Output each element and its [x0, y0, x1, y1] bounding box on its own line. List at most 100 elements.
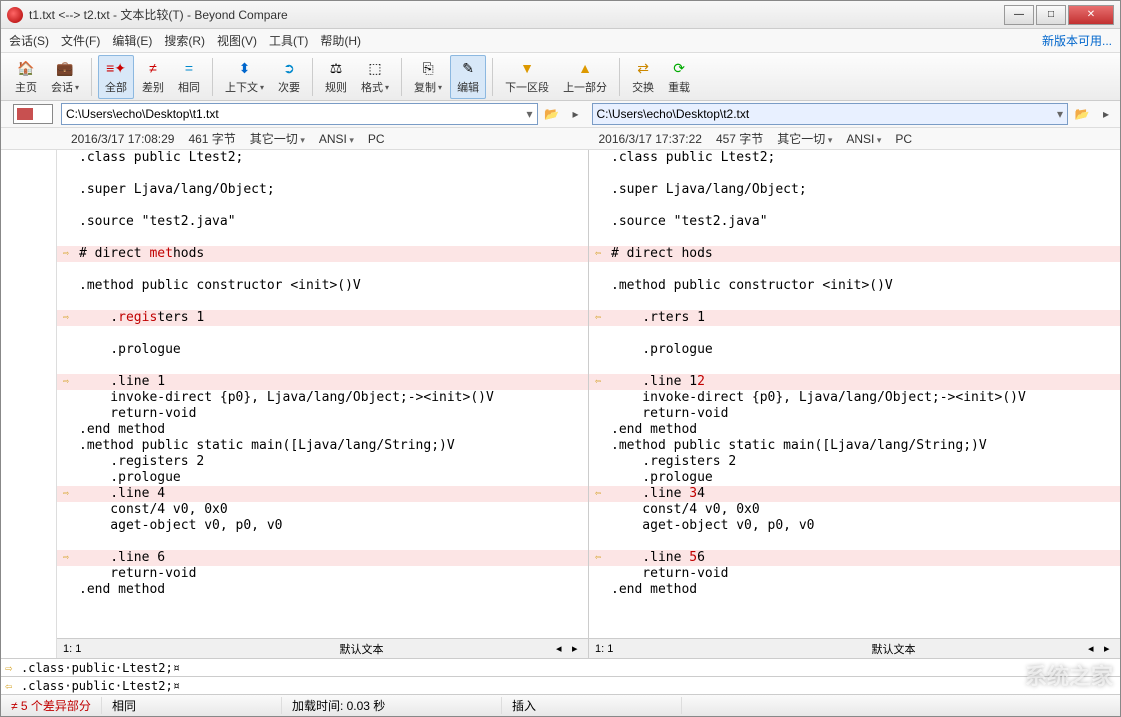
code-line[interactable] [589, 534, 1120, 550]
code-line[interactable]: const/4 v0, 0x0 [589, 502, 1120, 518]
format-icon: ⬚ [365, 58, 385, 78]
code-line[interactable]: .method public constructor <init>()V [589, 278, 1120, 294]
overview-gutter[interactable] [1, 150, 57, 658]
left-browse-icon[interactable]: ▸ [566, 103, 586, 125]
new-version-link[interactable]: 新版本可用... [1042, 32, 1112, 49]
code-line[interactable]: aget-object v0, p0, v0 [589, 518, 1120, 534]
left-path-input[interactable]: C:\Users\echo\Desktop\t1.txt▾ [61, 103, 538, 125]
code-line[interactable]: .super Ljava/lang/Object; [589, 182, 1120, 198]
code-line[interactable] [589, 326, 1120, 342]
code-line[interactable]: .source "test2.java" [57, 214, 588, 230]
code-line[interactable]: ⇦ .line 12 [589, 374, 1120, 390]
code-line[interactable]: invoke-direct {p0}, Ljava/lang/Object;->… [57, 390, 588, 406]
code-line[interactable]: return-void [57, 566, 588, 582]
code-line[interactable]: return-void [589, 406, 1120, 422]
code-line[interactable]: .method public static main([Ljava/lang/S… [589, 438, 1120, 454]
code-line[interactable]: .method public constructor <init>()V [57, 278, 588, 294]
minimize-button[interactable]: — [1004, 5, 1034, 25]
code-line[interactable] [57, 326, 588, 342]
code-line[interactable]: ⇦ .line 34 [589, 486, 1120, 502]
arrow-right-icon: ⇨ [5, 661, 21, 675]
menu-help[interactable]: 帮助(H) [320, 32, 361, 49]
format-button[interactable]: ⬚格式 [355, 55, 395, 99]
code-line[interactable]: .prologue [57, 470, 588, 486]
code-line[interactable]: .class public Ltest2; [57, 150, 588, 166]
code-line[interactable]: ⇦ .line 56 [589, 550, 1120, 566]
code-line[interactable]: return-void [589, 566, 1120, 582]
right-editor[interactable]: .class public Ltest2; .super Ljava/lang/O… [589, 150, 1120, 638]
next-section-button[interactable]: ▼下一区段 [499, 55, 555, 99]
reload-button[interactable]: ⟳重载 [662, 55, 696, 99]
code-line[interactable] [589, 198, 1120, 214]
context-button[interactable]: ⬍上下文 [219, 55, 270, 99]
code-line[interactable]: const/4 v0, 0x0 [57, 502, 588, 518]
code-line[interactable] [589, 262, 1120, 278]
code-line[interactable]: .end method [589, 422, 1120, 438]
code-line[interactable]: return-void [57, 406, 588, 422]
code-line[interactable]: ⇦ .rters 1 [589, 310, 1120, 326]
code-line[interactable]: .source "test2.java" [589, 214, 1120, 230]
right-open-icon[interactable]: 📂 [1072, 103, 1092, 125]
rules-button[interactable]: ⚖规则 [319, 55, 353, 99]
code-line[interactable] [57, 262, 588, 278]
code-line[interactable]: .prologue [589, 342, 1120, 358]
menu-view[interactable]: 视图(V) [217, 32, 257, 49]
code-line[interactable]: ⇨ .registers 1 [57, 310, 588, 326]
code-line[interactable]: .registers 2 [589, 454, 1120, 470]
edit-button[interactable]: ✎编辑 [450, 55, 486, 99]
diff-button[interactable]: ≠差别 [136, 55, 170, 99]
code-line[interactable] [589, 358, 1120, 374]
code-line[interactable] [589, 230, 1120, 246]
code-line[interactable] [57, 166, 588, 182]
minor-button[interactable]: ➲次要 [272, 55, 306, 99]
code-line[interactable] [57, 294, 588, 310]
left-other-dropdown[interactable]: 其它一切 [250, 130, 305, 147]
menu-file[interactable]: 文件(F) [61, 32, 100, 49]
code-line[interactable] [589, 294, 1120, 310]
menu-search[interactable]: 搜索(R) [164, 32, 205, 49]
code-line[interactable]: invoke-direct {p0}, Ljava/lang/Object;->… [589, 390, 1120, 406]
menu-edit[interactable]: 编辑(E) [112, 32, 152, 49]
code-line[interactable] [57, 198, 588, 214]
prev-part-button[interactable]: ▲上一部分 [557, 55, 613, 99]
menu-session[interactable]: 会话(S) [9, 32, 49, 49]
diff-icon: ≠ [143, 58, 163, 78]
left-encoding-dropdown[interactable]: ANSI [319, 132, 354, 146]
code-line[interactable]: .end method [57, 582, 588, 598]
code-line[interactable]: .super Ljava/lang/Object; [57, 182, 588, 198]
code-line[interactable] [57, 534, 588, 550]
close-button[interactable]: ✕ [1068, 5, 1114, 25]
swap-button[interactable]: ⇄交换 [626, 55, 660, 99]
code-line[interactable]: .class public Ltest2; [589, 150, 1120, 166]
code-line[interactable]: ⇦# direct hods [589, 246, 1120, 262]
left-editor[interactable]: .class public Ltest2; .super Ljava/lang/O… [57, 150, 588, 638]
all-button[interactable]: ≡✦全部 [98, 55, 134, 99]
right-other-dropdown[interactable]: 其它一切 [777, 130, 832, 147]
code-line[interactable]: ⇨ .line 4 [57, 486, 588, 502]
home-button[interactable]: 🏠主页 [9, 55, 43, 99]
code-line[interactable]: ⇨ .line 6 [57, 550, 588, 566]
code-line[interactable]: ⇨ .line 1 [57, 374, 588, 390]
thumbnail-icon[interactable] [13, 104, 53, 124]
session-button[interactable]: 💼会话 [45, 55, 85, 99]
left-open-icon[interactable]: 📂 [542, 103, 562, 125]
code-line[interactable]: .method public static main([Ljava/lang/S… [57, 438, 588, 454]
code-line[interactable] [57, 230, 588, 246]
code-line[interactable]: .end method [57, 422, 588, 438]
right-path-input[interactable]: C:\Users\echo\Desktop\t2.txt▾ [592, 103, 1069, 125]
code-line[interactable]: ⇨# direct methods [57, 246, 588, 262]
same-button[interactable]: =相同 [172, 55, 206, 99]
code-line[interactable]: .end method [589, 582, 1120, 598]
status-load: 加载时间: 0.03 秒 [282, 697, 502, 714]
code-line[interactable]: .prologue [589, 470, 1120, 486]
code-line[interactable]: .prologue [57, 342, 588, 358]
code-line[interactable]: aget-object v0, p0, v0 [57, 518, 588, 534]
code-line[interactable] [589, 166, 1120, 182]
right-browse-icon[interactable]: ▸ [1096, 103, 1116, 125]
maximize-button[interactable]: □ [1036, 5, 1066, 25]
menu-tools[interactable]: 工具(T) [269, 32, 308, 49]
code-line[interactable]: .registers 2 [57, 454, 588, 470]
copy-button[interactable]: ⎘复制 [408, 55, 448, 99]
right-encoding-dropdown[interactable]: ANSI [846, 132, 881, 146]
code-line[interactable] [57, 358, 588, 374]
